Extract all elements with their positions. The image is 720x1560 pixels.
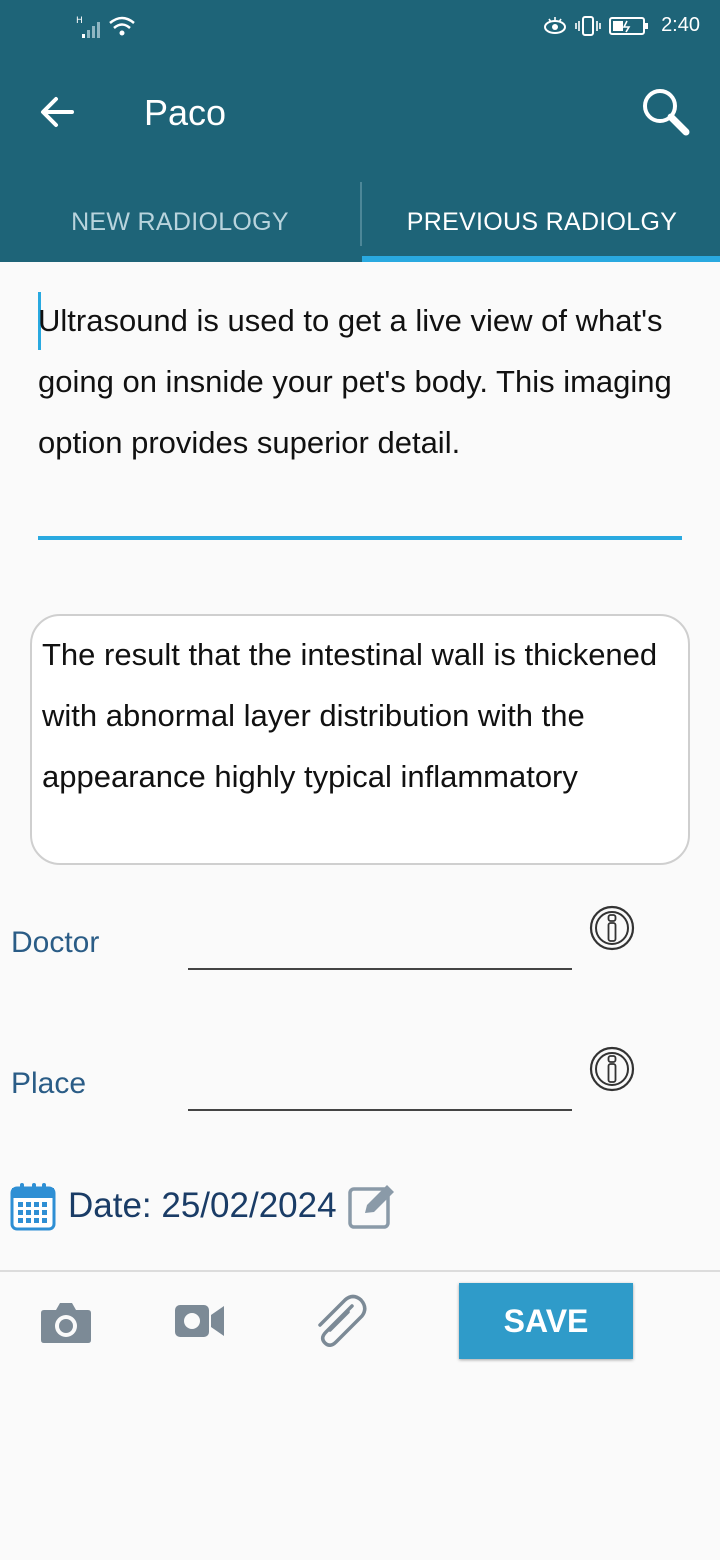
- doctor-label: Doctor: [11, 926, 100, 959]
- doctor-field[interactable]: [188, 968, 572, 970]
- tab-label: PREVIOUS RADIOLGY: [406, 207, 678, 236]
- save-button[interactable]: SAVE: [459, 1283, 633, 1359]
- description-underline: [38, 536, 682, 540]
- page-title: Paco: [144, 92, 227, 133]
- camera-icon[interactable]: [40, 1300, 92, 1344]
- calendar-icon[interactable]: [10, 1181, 56, 1231]
- tab-label: NEW RADIOLOGY: [71, 207, 289, 236]
- vibrate-icon: [575, 15, 601, 36]
- date-row: Date: 25/02/2024: [10, 1176, 399, 1236]
- back-arrow-icon[interactable]: [38, 92, 78, 132]
- description-input[interactable]: Ultrasound is used to get a live view of…: [38, 290, 682, 540]
- eye-icon: [544, 16, 567, 34]
- tab-previous-radiology[interactable]: PREVIOUS RADIOLGY: [362, 182, 720, 262]
- active-tab-indicator: [362, 256, 720, 262]
- bottom-divider: [0, 1270, 720, 1272]
- place-info-icon[interactable]: [589, 1046, 635, 1092]
- status-time: 2:40: [661, 14, 700, 36]
- description-text: Ultrasound is used to get a live view of…: [38, 303, 672, 460]
- doctor-info-icon[interactable]: [589, 905, 635, 951]
- place-label: Place: [11, 1067, 87, 1100]
- signal-wifi-icon: H: [76, 16, 135, 38]
- result-input[interactable]: The result that the intestinal wall is t…: [30, 614, 690, 865]
- paperclip-icon[interactable]: [312, 1292, 368, 1350]
- edit-date-icon[interactable]: [347, 1181, 399, 1231]
- tab-new-radiology[interactable]: NEW RADIOLOGY: [0, 182, 360, 262]
- place-field[interactable]: [188, 1109, 572, 1111]
- video-camera-icon[interactable]: [174, 1302, 226, 1340]
- app-bar: H 2:40 Paco NEW RADIOLOGY PREVIOUS RADIO…: [0, 0, 720, 262]
- status-bar: H 2:40: [0, 0, 720, 56]
- result-text: The result that the intestinal wall is t…: [42, 637, 658, 794]
- status-right: 2:40: [543, 14, 700, 37]
- date-text: Date: 25/02/2024: [68, 1186, 337, 1225]
- svg-text:H: H: [76, 16, 83, 26]
- search-icon[interactable]: [640, 86, 690, 136]
- battery-icon: [609, 16, 649, 35]
- tab-bar: NEW RADIOLOGY PREVIOUS RADIOLGY: [0, 182, 720, 262]
